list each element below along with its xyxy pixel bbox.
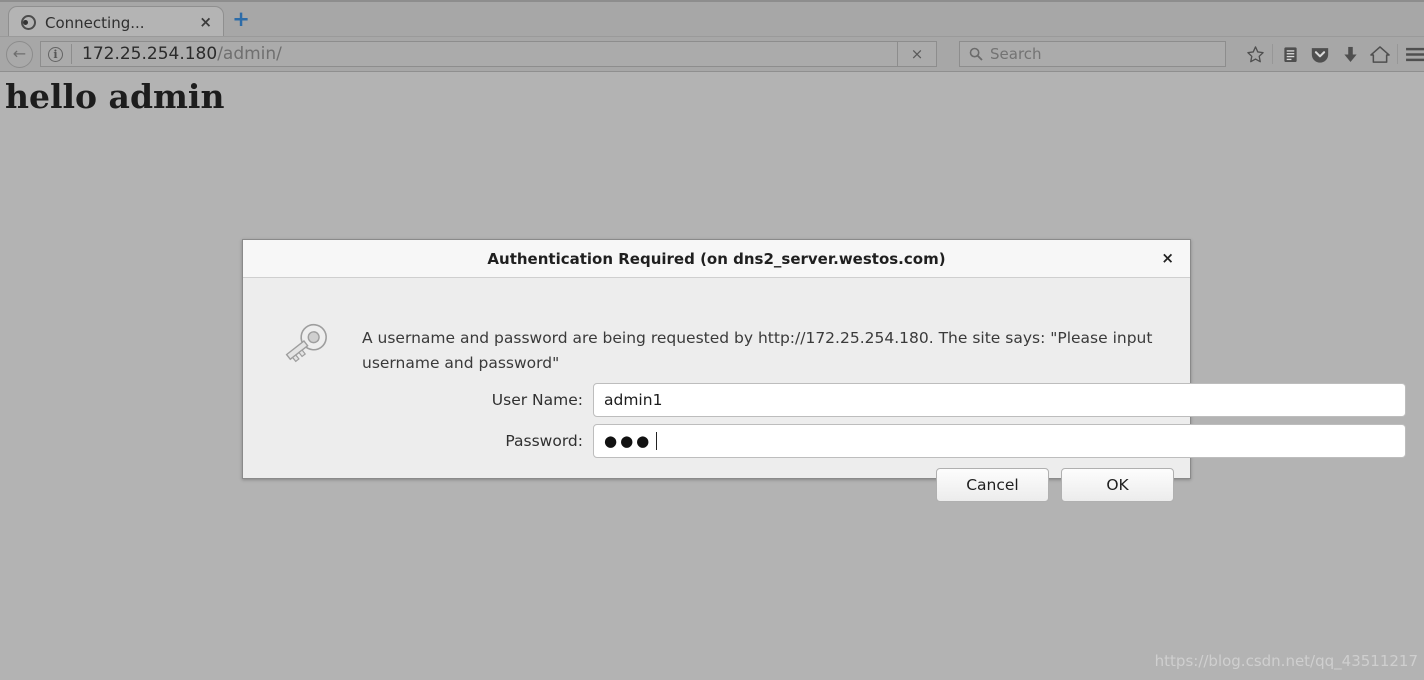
username-field-row: User Name: admin1 (243, 383, 1406, 417)
browser-chrome: Connecting... × + ← i 172.25.254.180/adm… (0, 0, 1424, 72)
tab-close-icon[interactable]: × (194, 13, 217, 32)
home-icon[interactable] (1365, 40, 1395, 68)
username-label: User Name: (491, 391, 583, 409)
dialog-body: A username and password are being reques… (243, 278, 1406, 502)
navigation-toolbar: ← i 172.25.254.180/admin/ × Search (0, 36, 1424, 72)
toolbar-divider (1272, 44, 1273, 64)
password-input[interactable]: ●●● (593, 424, 1406, 458)
url-bar[interactable]: i 172.25.254.180/admin/ × (40, 41, 937, 67)
cancel-button[interactable]: Cancel (936, 468, 1049, 502)
menu-hamburger-icon[interactable] (1400, 40, 1424, 68)
url-text: 172.25.254.180/admin/ (82, 44, 897, 64)
password-value: ●●● (604, 431, 653, 450)
reader-list-icon[interactable] (1275, 40, 1305, 68)
url-host: 172.25.254.180 (82, 44, 218, 64)
search-icon (969, 47, 983, 61)
dialog-message: A username and password are being reques… (362, 329, 1153, 372)
text-cursor (656, 432, 658, 450)
password-label: Password: (505, 432, 583, 450)
key-icon (276, 320, 334, 368)
ok-button[interactable]: OK (1061, 468, 1174, 502)
dialog-button-row: Cancel OK (936, 468, 1174, 502)
downloads-arrow-icon[interactable] (1335, 40, 1365, 68)
pocket-shield-icon[interactable] (1305, 40, 1335, 68)
url-divider (71, 44, 72, 64)
tab-strip: Connecting... × + (0, 0, 1424, 38)
stop-loading-icon[interactable]: × (897, 41, 936, 67)
toolbar-icon-group (1240, 40, 1424, 68)
password-field-row: Password: ●●● (243, 424, 1406, 458)
page-title: hello admin (5, 77, 225, 116)
back-arrow-icon[interactable]: ← (6, 40, 33, 68)
browser-tab[interactable]: Connecting... × (8, 6, 224, 38)
url-path: /admin/ (217, 44, 282, 64)
new-tab-button[interactable]: + (230, 9, 252, 31)
site-info-icon[interactable]: i (48, 46, 63, 62)
dialog-titlebar: Authentication Required (on dns2_server.… (243, 240, 1190, 278)
tab-title: Connecting... (45, 13, 145, 32)
search-bar[interactable]: Search (959, 41, 1226, 67)
dialog-close-icon[interactable]: × (1158, 249, 1177, 267)
search-placeholder: Search (990, 45, 1042, 63)
loading-spinner-icon (21, 15, 36, 30)
bookmark-star-icon[interactable] (1240, 40, 1270, 68)
username-input[interactable]: admin1 (593, 383, 1406, 417)
watermark-text: https://blog.csdn.net/qq_43511217 (1154, 652, 1418, 670)
browser-window: Connecting... × + ← i 172.25.254.180/adm… (0, 0, 1424, 680)
username-value: admin1 (604, 391, 663, 409)
dialog-title: Authentication Required (on dns2_server.… (487, 249, 946, 268)
authentication-dialog: Authentication Required (on dns2_server.… (242, 239, 1406, 502)
toolbar-divider-2 (1397, 44, 1398, 64)
